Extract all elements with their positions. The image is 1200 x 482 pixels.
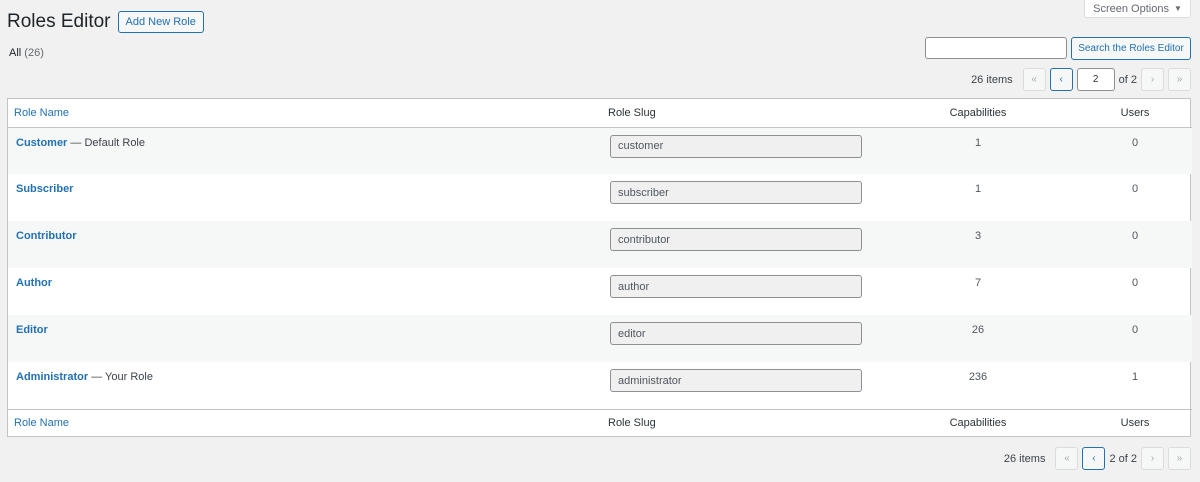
screen-options-label: Screen Options — [1093, 2, 1169, 15]
role-slug-cell: editor — [602, 315, 878, 362]
table-row: Customer — Default Role customer 1 0 — [8, 127, 1192, 174]
capabilities-cell: 26 — [971, 324, 985, 336]
view-all-count: (26) — [24, 47, 44, 59]
role-slug-field[interactable]: editor — [610, 322, 862, 345]
views-filter: All (26) — [9, 47, 44, 59]
page-indicator: 2 of 2 — [1109, 452, 1137, 465]
role-name-link[interactable]: Contributor — [16, 230, 76, 242]
next-page-button: › — [1141, 447, 1164, 470]
capabilities-cell: 7 — [974, 277, 982, 289]
view-all-link[interactable]: All — [9, 47, 21, 59]
role-slug-field[interactable]: customer — [610, 134, 862, 158]
total-pages: of 2 — [1118, 73, 1137, 86]
first-page-button: « — [1022, 68, 1046, 91]
footer-header-users: Users — [1078, 408, 1192, 437]
role-slug-cell: contributor — [602, 221, 878, 268]
role-name-cell: Author — [8, 268, 602, 315]
search-input[interactable] — [925, 37, 1067, 59]
column-header-users: Users — [1078, 99, 1192, 128]
role-slug-cell: customer — [602, 127, 878, 174]
role-name-cell: Subscriber — [8, 174, 602, 221]
role-name-cell: Contributor — [8, 221, 602, 268]
role-name-cell: Administrator — Your Role — [8, 362, 602, 409]
footer-header-role-name[interactable]: Role Name — [8, 408, 602, 437]
role-name-link[interactable]: Customer — [16, 137, 67, 149]
column-header-role-slug: Role Slug — [602, 99, 878, 128]
pagination-top: 26 items « ‹ 2 of 2 › » — [971, 68, 1191, 91]
users-cell: 0 — [1131, 183, 1139, 195]
role-slug-field[interactable]: contributor — [610, 228, 862, 251]
role-name-link[interactable]: Subscriber — [16, 183, 73, 195]
add-new-role-button[interactable]: Add New Role — [117, 11, 204, 33]
next-page-button: › — [1141, 68, 1164, 91]
capabilities-cell: 1 — [974, 136, 982, 149]
column-header-role-name[interactable]: Role Name — [8, 99, 602, 128]
footer-header-capabilities: Capabilities — [878, 408, 1078, 437]
table-row: Administrator — Your Role administrator … — [8, 362, 1192, 409]
users-cell: 0 — [1131, 136, 1139, 149]
role-name-cell: Customer — Default Role — [8, 127, 602, 174]
roles-table: Role Name Role Slug Capabilities Users C… — [7, 98, 1192, 437]
role-slug-cell: subscriber — [602, 174, 878, 221]
table-row: Subscriber subscriber 1 0 — [8, 174, 1192, 221]
table-row: Contributor contributor 3 0 — [8, 221, 1192, 268]
items-count: 26 items — [971, 73, 1013, 86]
prev-page-button[interactable]: ‹ — [1049, 68, 1073, 91]
role-state: — Your Role — [91, 371, 153, 383]
role-name-link[interactable]: Editor — [16, 324, 48, 336]
first-page-button: « — [1055, 447, 1079, 470]
users-cell: 1 — [1131, 371, 1139, 383]
footer-header-role-slug: Role Slug — [602, 408, 878, 437]
current-page-input[interactable]: 2 — [1076, 68, 1115, 91]
last-page-button: » — [1168, 447, 1191, 470]
table-row: Author author 7 0 — [8, 268, 1192, 315]
capabilities-cell: 236 — [968, 371, 988, 383]
screen-options-button[interactable]: Screen Options ▼ — [1084, 0, 1191, 18]
role-state: — Default Role — [70, 136, 145, 149]
role-slug-field[interactable]: administrator — [610, 369, 862, 392]
role-slug-field[interactable]: subscriber — [610, 181, 862, 204]
column-header-capabilities: Capabilities — [878, 99, 1078, 128]
table-header-row: Role Name Role Slug Capabilities Users — [8, 99, 1192, 128]
items-count: 26 items — [1003, 452, 1046, 465]
users-cell: 0 — [1131, 277, 1139, 289]
page-title: Roles Editor — [7, 11, 111, 32]
pagination-bottom: 26 items « ‹ 2 of 2 › » — [1004, 447, 1191, 470]
capabilities-cell: 1 — [974, 183, 982, 195]
title-row: Roles Editor Add New Role — [7, 11, 204, 33]
table-footer-row: Role Name Role Slug Capabilities Users — [8, 408, 1192, 437]
role-name-link[interactable]: Author — [16, 277, 52, 289]
caret-down-icon: ▼ — [1173, 4, 1182, 13]
role-slug-cell: author — [602, 268, 878, 315]
users-cell: 0 — [1131, 324, 1139, 336]
role-slug-field[interactable]: author — [610, 275, 862, 298]
table-row: Editor editor 26 0 — [8, 315, 1192, 362]
capabilities-cell: 3 — [974, 230, 982, 242]
search-button[interactable]: Search the Roles Editor — [1071, 37, 1191, 60]
role-name-link[interactable]: Administrator — [16, 371, 88, 383]
role-name-cell: Editor — [8, 315, 602, 362]
users-cell: 0 — [1131, 230, 1139, 242]
last-page-button: » — [1168, 68, 1191, 91]
role-slug-cell: administrator — [602, 362, 878, 409]
prev-page-button[interactable]: ‹ — [1082, 447, 1106, 470]
